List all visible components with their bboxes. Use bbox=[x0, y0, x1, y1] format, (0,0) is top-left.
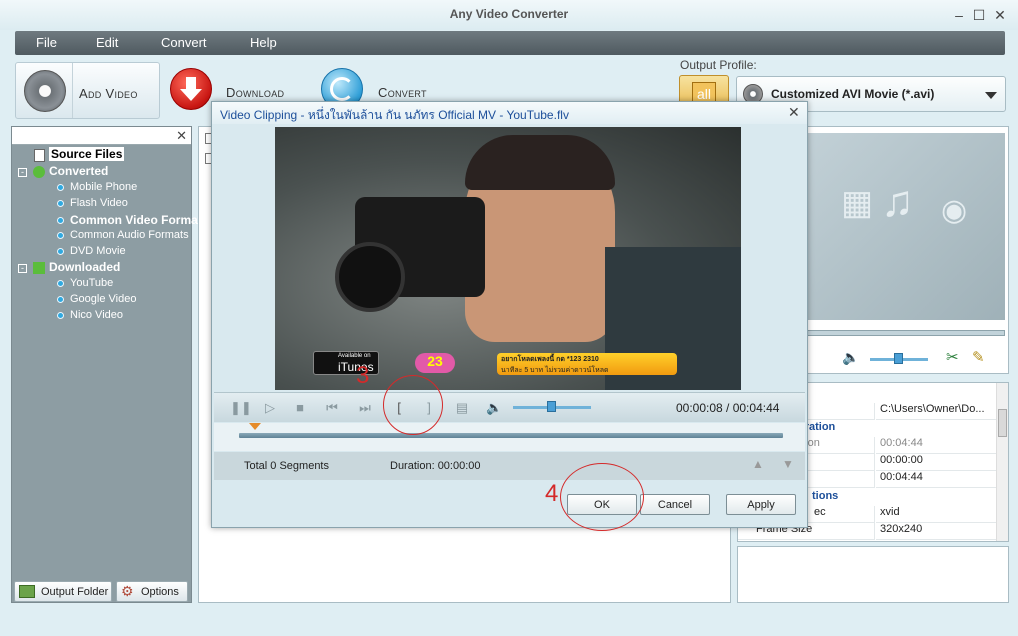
promo-banner: อยากโหลดเพลงนี้ กด *123 2310 นาทีละ 5 บา… bbox=[497, 353, 677, 375]
minimize-button[interactable]: – bbox=[950, 6, 968, 24]
prop-header-options: tions bbox=[812, 490, 839, 502]
apply-button[interactable]: Apply bbox=[726, 494, 796, 515]
timeline[interactable] bbox=[214, 423, 805, 451]
video-frame: Available on iTunes 23 อยากโหลดเพลงนี้ ก… bbox=[275, 127, 741, 390]
segment-info: Total 0 Segments Duration: 00:00:00 ▲ ▼ bbox=[214, 452, 805, 480]
move-down-icon[interactable]: ▼ bbox=[782, 457, 794, 471]
cancel-button[interactable]: Cancel bbox=[640, 494, 710, 515]
annotation-circle-3 bbox=[383, 375, 443, 435]
add-video-button[interactable]: Add Video bbox=[15, 62, 160, 119]
video-clipping-dialog: Video Clipping - หนึ่งในพันล้าน กัน นภัท… bbox=[211, 101, 808, 528]
sidebar: ✕ Source Files - Converted Mobile Phone F… bbox=[11, 126, 208, 603]
output-folder-button[interactable]: Output Folder bbox=[14, 581, 112, 602]
tree-item-common-video-formats[interactable]: Common Video Formats bbox=[57, 213, 208, 227]
magic-wand-icon[interactable]: ✎ bbox=[972, 348, 985, 366]
clip-document-icon[interactable]: ▤ bbox=[454, 400, 470, 416]
gear-icon: ⚙ bbox=[121, 583, 134, 599]
download-icon[interactable] bbox=[170, 68, 212, 110]
tree-converted-label: Converted bbox=[49, 164, 109, 178]
tree-downloaded-label: Downloaded bbox=[49, 260, 121, 274]
output-folder-label: Output Folder bbox=[41, 586, 109, 598]
menu-file[interactable]: File bbox=[36, 35, 57, 50]
next-icon[interactable]: ⏭ bbox=[357, 400, 373, 416]
segment-duration: Duration: 00:00:00 bbox=[390, 460, 481, 472]
music-icon: ♫ bbox=[881, 177, 914, 226]
total-segments: Total 0 Segments bbox=[244, 460, 329, 472]
tree-item-nico-video[interactable]: Nico Video bbox=[57, 309, 123, 321]
tree-item-dvd-movie[interactable]: DVD Movie bbox=[57, 245, 126, 257]
clip-controls: ❚❚ ▷ ■ ⏮ ⏭ [ ] ▤ 🔈 00:00:08 / 00:04:44 bbox=[214, 392, 805, 422]
tree-item-mobile-phone[interactable]: Mobile Phone bbox=[57, 181, 137, 193]
menu-edit[interactable]: Edit bbox=[96, 35, 118, 50]
volume-icon[interactable]: 🔈 bbox=[486, 400, 502, 416]
title-bar: Any Video Converter – ☐ ✕ bbox=[0, 0, 1018, 30]
volume-thumb[interactable] bbox=[894, 353, 903, 364]
options-label: Options bbox=[141, 586, 179, 598]
close-button[interactable]: ✕ bbox=[991, 6, 1009, 24]
volume-thumb[interactable] bbox=[547, 401, 556, 412]
close-icon[interactable]: ✕ bbox=[176, 128, 187, 144]
film-icon: ▦ bbox=[841, 184, 874, 222]
convert-button[interactable]: Convert bbox=[378, 85, 427, 100]
dialog-title-bar: Video Clipping - หนึ่งในพันล้าน กัน นภัท… bbox=[212, 102, 807, 124]
timeline-marker[interactable] bbox=[249, 423, 261, 430]
menu-convert[interactable]: Convert bbox=[161, 35, 207, 50]
timeline-track[interactable] bbox=[239, 433, 783, 438]
sidebar-search[interactable]: ✕ bbox=[12, 127, 191, 145]
options-button[interactable]: ⚙ Options bbox=[116, 581, 188, 602]
move-up-icon[interactable]: ▲ bbox=[752, 457, 764, 471]
download-button[interactable]: Download bbox=[226, 85, 284, 100]
add-video-label: Add Video bbox=[79, 86, 138, 101]
tree-source-files-label: Source Files bbox=[49, 147, 125, 161]
time-readout: 00:00:08 / 00:04:44 bbox=[676, 401, 780, 415]
promo-number: 23 bbox=[415, 353, 455, 373]
notes-panel bbox=[737, 546, 1009, 603]
annotation-number-4: 4 bbox=[545, 480, 559, 507]
film-reel-icon bbox=[24, 70, 66, 112]
output-profile-value: Customized AVI Movie (*.avi) bbox=[771, 87, 935, 101]
close-icon[interactable]: ✕ bbox=[788, 104, 800, 121]
chevron-down-icon bbox=[985, 92, 997, 99]
dialog-title: Video Clipping - หนึ่งในพันล้าน กัน นภัท… bbox=[220, 108, 569, 122]
tree-item-google-video[interactable]: Google Video bbox=[57, 293, 136, 305]
prop-path-value: C:\Users\Owner\Do... bbox=[876, 403, 996, 420]
properties-scrollbar[interactable] bbox=[996, 383, 1008, 541]
pause-icon[interactable]: ❚❚ bbox=[230, 400, 252, 416]
tree-item-common-audio-formats[interactable]: Common Audio Formats bbox=[57, 229, 189, 241]
tree-source-files[interactable]: Source Files bbox=[34, 147, 125, 162]
collapse-icon[interactable]: - bbox=[18, 263, 27, 273]
maximize-button[interactable]: ☐ bbox=[970, 6, 988, 24]
folder-icon bbox=[19, 585, 35, 598]
document-icon bbox=[34, 148, 45, 162]
scissors-icon[interactable]: ✂ bbox=[946, 348, 959, 366]
tree-converted[interactable]: - Converted bbox=[18, 164, 109, 179]
menu-help[interactable]: Help bbox=[250, 35, 277, 50]
collapse-icon[interactable]: - bbox=[18, 167, 27, 177]
menu-bar: File Edit Convert Help bbox=[15, 31, 1005, 55]
annotation-number-3: 3 bbox=[356, 362, 370, 389]
volume-icon[interactable]: 🔈 bbox=[842, 349, 859, 366]
stop-icon[interactable]: ■ bbox=[292, 400, 308, 416]
annotation-circle-4 bbox=[560, 463, 644, 531]
output-profile-label: Output Profile: bbox=[680, 58, 757, 72]
tree-item-flash-video[interactable]: Flash Video bbox=[57, 197, 128, 209]
previous-icon[interactable]: ⏮ bbox=[324, 400, 340, 416]
disc-icon: ◉ bbox=[941, 194, 968, 227]
tree-downloaded[interactable]: - Downloaded bbox=[18, 260, 121, 275]
play-icon[interactable]: ▷ bbox=[262, 400, 278, 416]
downloaded-icon bbox=[33, 262, 45, 275]
converted-icon bbox=[33, 166, 45, 179]
tree-item-youtube[interactable]: YouTube bbox=[57, 277, 113, 289]
window-title: Any Video Converter bbox=[449, 7, 569, 21]
